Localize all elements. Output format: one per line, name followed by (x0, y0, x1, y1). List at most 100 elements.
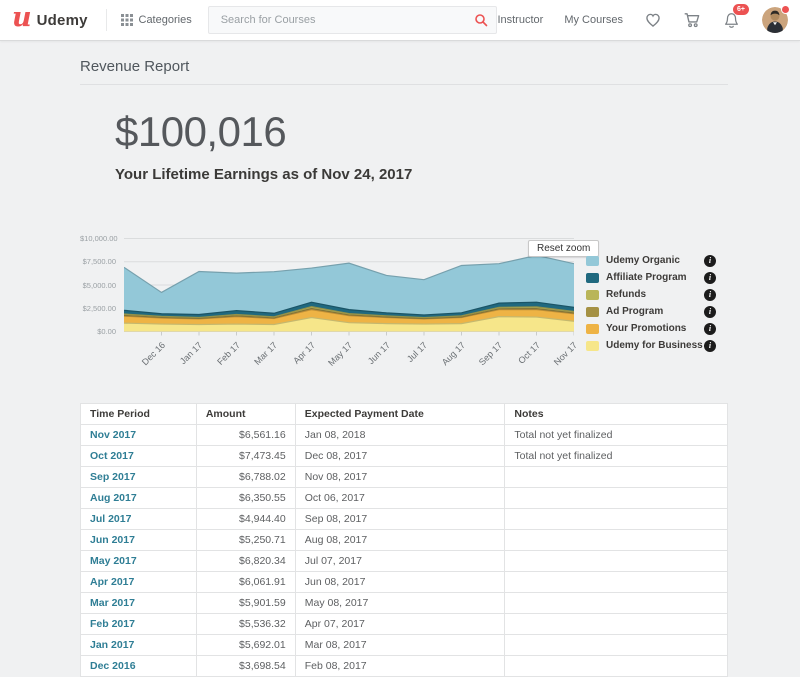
expected-payment-date-cell: May 08, 2017 (295, 593, 505, 614)
time-period-link[interactable]: Nov 2017 (90, 429, 136, 441)
time-period-cell: Jan 2017 (81, 635, 197, 656)
time-period-cell: Nov 2017 (81, 425, 197, 446)
table-row: Dec 2016$3,698.54Feb 08, 2017 (81, 656, 728, 677)
col-amount: Amount (196, 404, 295, 425)
time-period-link[interactable]: Sep 2017 (90, 471, 136, 483)
search-icon[interactable] (474, 13, 488, 27)
time-period-link[interactable]: Aug 2017 (90, 492, 137, 504)
y-axis-label: $5,000.00 (80, 281, 116, 290)
navbar-right: Instructor My Courses 6+ (497, 7, 788, 33)
notes-cell (505, 488, 728, 509)
expected-payment-date-cell: Apr 07, 2017 (295, 614, 505, 635)
time-period-link[interactable]: Oct 2017 (90, 450, 134, 462)
table-row: Sep 2017 $6,788.02Nov 08, 2017 (81, 467, 728, 488)
instructor-link[interactable]: Instructor (497, 14, 543, 26)
table-row: Feb 2017$5,536.32Apr 07, 2017 (81, 614, 728, 635)
stacked-area-plot[interactable] (124, 238, 574, 338)
amount-cell: $4,944.40 (196, 509, 295, 530)
time-period-link[interactable]: Feb 2017 (90, 618, 135, 630)
legend-label: Udemy Organic (606, 255, 680, 266)
avatar-notification-dot (781, 5, 790, 14)
col-expected-payment-date: Expected Payment Date (295, 404, 505, 425)
time-period-cell: Mar 2017 (81, 593, 197, 614)
amount-cell: $6,820.34 (196, 551, 295, 572)
legend-item-refunds[interactable]: Refundsi (586, 286, 716, 303)
earnings-summary: $100,016 Your Lifetime Earnings as of No… (115, 108, 412, 183)
cart-button[interactable] (683, 11, 701, 29)
amount-cell: $3,698.54 (196, 656, 295, 677)
time-period-link[interactable]: Jun 2017 (90, 534, 135, 546)
x-axis-label: May 17 (299, 340, 354, 395)
amount-cell: $6,561.16 (196, 425, 295, 446)
x-axis-label: Jan 17 (149, 340, 204, 395)
time-period-link[interactable]: May 2017 (90, 555, 137, 567)
legend-item-ad-program[interactable]: Ad Programi (586, 303, 716, 320)
search-input[interactable] (221, 14, 475, 26)
time-period-cell: Oct 2017 (81, 446, 197, 467)
time-period-link[interactable]: Apr 2017 (90, 576, 134, 588)
expected-payment-date-cell: Dec 08, 2017 (295, 446, 505, 467)
cart-icon (683, 11, 701, 29)
legend-item-udemy-for-business[interactable]: Udemy for Businessi (586, 337, 716, 354)
notes-cell (505, 572, 728, 593)
grid-icon (121, 14, 133, 26)
categories-label: Categories (139, 14, 192, 26)
legend-item-udemy-organic[interactable]: Udemy Organic i (586, 252, 716, 269)
search-bar (208, 6, 498, 34)
revenue-table: Time Period Amount Expected Payment Date… (80, 403, 728, 677)
table-row: Mar 2017 $5,901.59May 08, 2017 (81, 593, 728, 614)
x-axis-label: Oct 17 (486, 340, 541, 395)
info-icon[interactable]: i (704, 323, 716, 335)
notes-cell: Total not yet finalized (505, 425, 728, 446)
revenue-chart: $10,000.00$7,500.00$5,000.00$2,500.00$0.… (80, 226, 770, 396)
info-icon[interactable]: i (704, 255, 716, 267)
legend-swatch (586, 341, 599, 351)
notes-cell (505, 656, 728, 677)
x-axis-label: Nov 17 (524, 340, 579, 395)
expected-payment-date-cell: Nov 08, 2017 (295, 467, 505, 488)
info-icon[interactable]: i (704, 289, 716, 301)
legend-item-your-promotions[interactable]: Your Promotionsi (586, 320, 716, 337)
legend-item-affiliate-program[interactable]: Affiliate Program i (586, 269, 716, 286)
expected-payment-date-cell: Jan 08, 2018 (295, 425, 505, 446)
table-row: Jan 2017$5,692.01Mar 08, 2017 (81, 635, 728, 656)
info-icon[interactable]: i (704, 340, 716, 352)
amount-cell: $6,061.91 (196, 572, 295, 593)
expected-payment-date-cell: Jul 07, 2017 (295, 551, 505, 572)
y-axis-label: $0.00 (80, 327, 116, 336)
legend-label: Affiliate Program (606, 272, 687, 283)
legend-swatch (586, 324, 599, 334)
legend-swatch (586, 273, 599, 283)
categories-button[interactable]: Categories (121, 14, 192, 26)
expected-payment-date-cell: Oct 06, 2017 (295, 488, 505, 509)
x-axis-label: Sep 17 (449, 340, 504, 395)
table-row: Apr 2017 $6,061.91Jun 08, 2017 (81, 572, 728, 593)
heart-icon (644, 11, 662, 29)
x-axis-label: Aug 17 (411, 340, 466, 395)
amount-cell: $5,901.59 (196, 593, 295, 614)
info-icon[interactable]: i (704, 306, 716, 318)
time-period-link[interactable]: Dec 2016 (90, 660, 136, 672)
amount-cell: $6,788.02 (196, 467, 295, 488)
time-period-link[interactable]: Jul 2017 (90, 513, 131, 525)
wishlist-button[interactable] (644, 11, 662, 29)
notes-cell (505, 509, 728, 530)
notes-cell (505, 635, 728, 656)
table-row: Nov 2017 $6,561.16Jan 08, 2018Total not y… (81, 425, 728, 446)
table-row: Oct 2017$7,473.45Dec 08, 2017Total not y… (81, 446, 728, 467)
expected-payment-date-cell: Mar 08, 2017 (295, 635, 505, 656)
time-period-link[interactable]: Mar 2017 (90, 597, 135, 609)
table-row: May 2017 $6,820.34Jul 07, 2017 (81, 551, 728, 572)
profile-avatar[interactable] (762, 7, 788, 33)
notes-cell: Total not yet finalized (505, 446, 728, 467)
expected-payment-date-cell: Jun 08, 2017 (295, 572, 505, 593)
time-period-link[interactable]: Jan 2017 (90, 639, 134, 651)
my-courses-link[interactable]: My Courses (564, 14, 623, 26)
info-icon[interactable]: i (704, 272, 716, 284)
notifications-button[interactable]: 6+ (722, 11, 741, 30)
notes-cell (505, 614, 728, 635)
lifetime-earnings-amount: $100,016 (115, 108, 412, 156)
expected-payment-date-cell: Sep 08, 2017 (295, 509, 505, 530)
udemy-logo[interactable]: u Udemy (12, 10, 88, 30)
x-axis-label: Jul 17 (374, 340, 429, 395)
